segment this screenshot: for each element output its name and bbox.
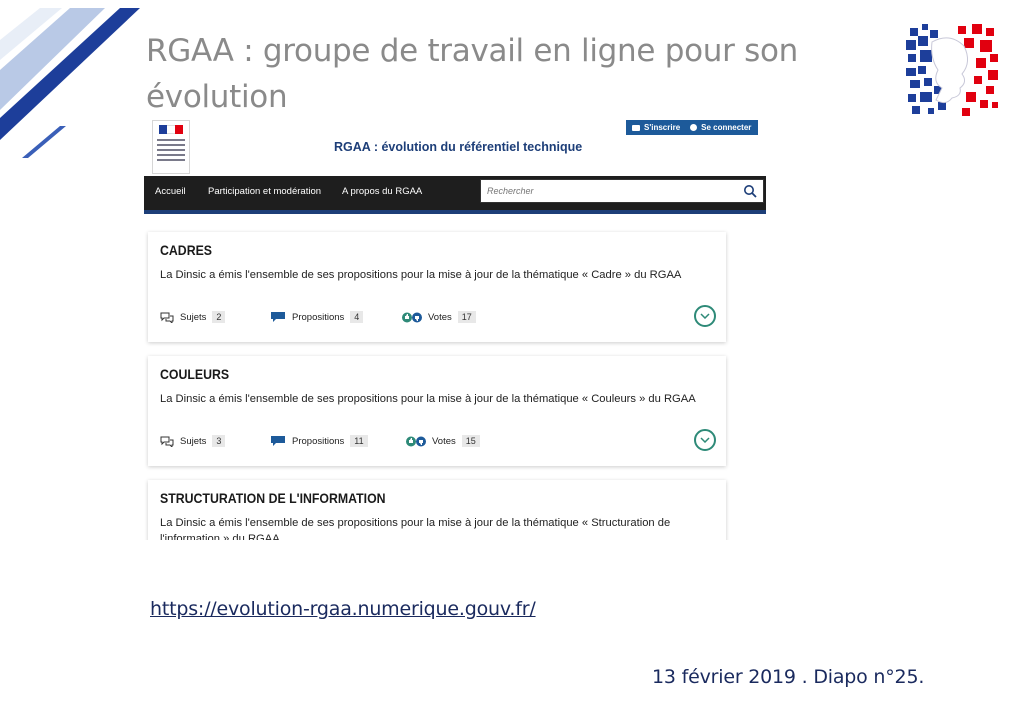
search-icon[interactable] xyxy=(743,184,757,198)
stat-label: Sujets xyxy=(180,311,207,323)
slide-footer: 13 février 2019 . Diapo n°25. xyxy=(652,666,925,688)
stat-label: Votes xyxy=(428,311,452,323)
login-icon xyxy=(690,124,698,131)
stat-label: Propositions xyxy=(292,311,345,323)
nav-a-propos[interactable]: A propos du RGAA xyxy=(342,186,422,197)
card-title: CADRES xyxy=(160,242,213,258)
stat-label: Sujets xyxy=(180,435,207,447)
chevron-down-icon xyxy=(700,437,710,443)
comment-icon xyxy=(271,312,285,322)
french-flag-icon xyxy=(159,125,183,134)
stat-count: 3 xyxy=(212,435,226,447)
website-url-link[interactable]: https://evolution-rgaa.numerique.gouv.fr… xyxy=(150,598,536,620)
expand-button[interactable] xyxy=(694,429,716,451)
register-label: S'inscrire xyxy=(644,123,681,132)
stat-votes: Votes 17 xyxy=(402,311,476,323)
logo-text-lines xyxy=(157,139,185,164)
search-input[interactable] xyxy=(485,185,739,197)
discussion-icon xyxy=(160,312,174,323)
corner-stripes-decoration xyxy=(0,8,140,158)
account-links: S'inscrire Se connecter xyxy=(626,120,758,135)
login-label: Se connecter xyxy=(701,123,752,132)
discussion-icon xyxy=(160,436,174,447)
card-title: COULEURS xyxy=(160,366,230,382)
website-screenshot: RGAA : évolution du référentiel techniqu… xyxy=(144,116,769,540)
stat-propositions: Propositions 4 xyxy=(270,311,364,323)
theme-card-structuration: STRUCTURATION DE L'INFORMATION La Dinsic… xyxy=(148,480,726,540)
thumbs-vote-icon xyxy=(402,312,422,322)
stat-count: 11 xyxy=(350,435,368,447)
stat-sujets: Sujets 3 xyxy=(160,435,226,447)
stat-count: 15 xyxy=(461,435,480,447)
marianne-logo-icon xyxy=(906,24,998,116)
republique-francaise-logo xyxy=(152,120,190,174)
search-box xyxy=(480,179,764,203)
register-icon xyxy=(632,124,640,131)
thumbs-vote-icon xyxy=(406,436,426,446)
stat-votes: Votes 15 xyxy=(406,435,480,447)
card-description: La Dinsic a émis l'ensemble de ses propo… xyxy=(160,393,696,405)
stat-count: 2 xyxy=(212,311,226,323)
expand-button[interactable] xyxy=(694,305,716,327)
stat-count: 17 xyxy=(457,311,476,323)
stat-label: Propositions xyxy=(292,435,345,447)
nav-accueil[interactable]: Accueil xyxy=(155,186,186,197)
stat-propositions: Propositions 11 xyxy=(270,435,368,447)
stat-label: Votes xyxy=(432,435,456,447)
card-stats: Sujets 2 Propositions 4 Votes 17 xyxy=(160,311,720,329)
stat-count: 4 xyxy=(350,311,364,323)
card-stats: Sujets 3 Propositions 11 Votes 15 xyxy=(160,435,720,453)
login-link[interactable]: Se connecter xyxy=(690,123,751,132)
card-title: STRUCTURATION DE L'INFORMATION xyxy=(160,490,386,506)
theme-card-cadres: CADRES La Dinsic a émis l'ensemble de se… xyxy=(148,232,726,342)
comment-icon xyxy=(271,436,285,446)
theme-card-couleurs: COULEURS La Dinsic a émis l'ensemble de … xyxy=(148,356,726,466)
slide-title: RGAA : groupe de travail en ligne pour s… xyxy=(146,33,798,115)
chevron-down-icon xyxy=(700,313,710,319)
nav-participation[interactable]: Participation et modération xyxy=(208,186,321,197)
site-title: RGAA : évolution du référentiel techniqu… xyxy=(334,140,583,154)
stat-sujets: Sujets 2 xyxy=(160,311,226,323)
main-navigation: Accueil Participation et modération A pr… xyxy=(144,176,766,214)
card-description: La Dinsic a émis l'ensemble de ses propo… xyxy=(160,269,682,281)
card-description: La Dinsic a émis l'ensemble de ses propo… xyxy=(160,517,671,540)
register-link[interactable]: S'inscrire xyxy=(632,123,680,132)
